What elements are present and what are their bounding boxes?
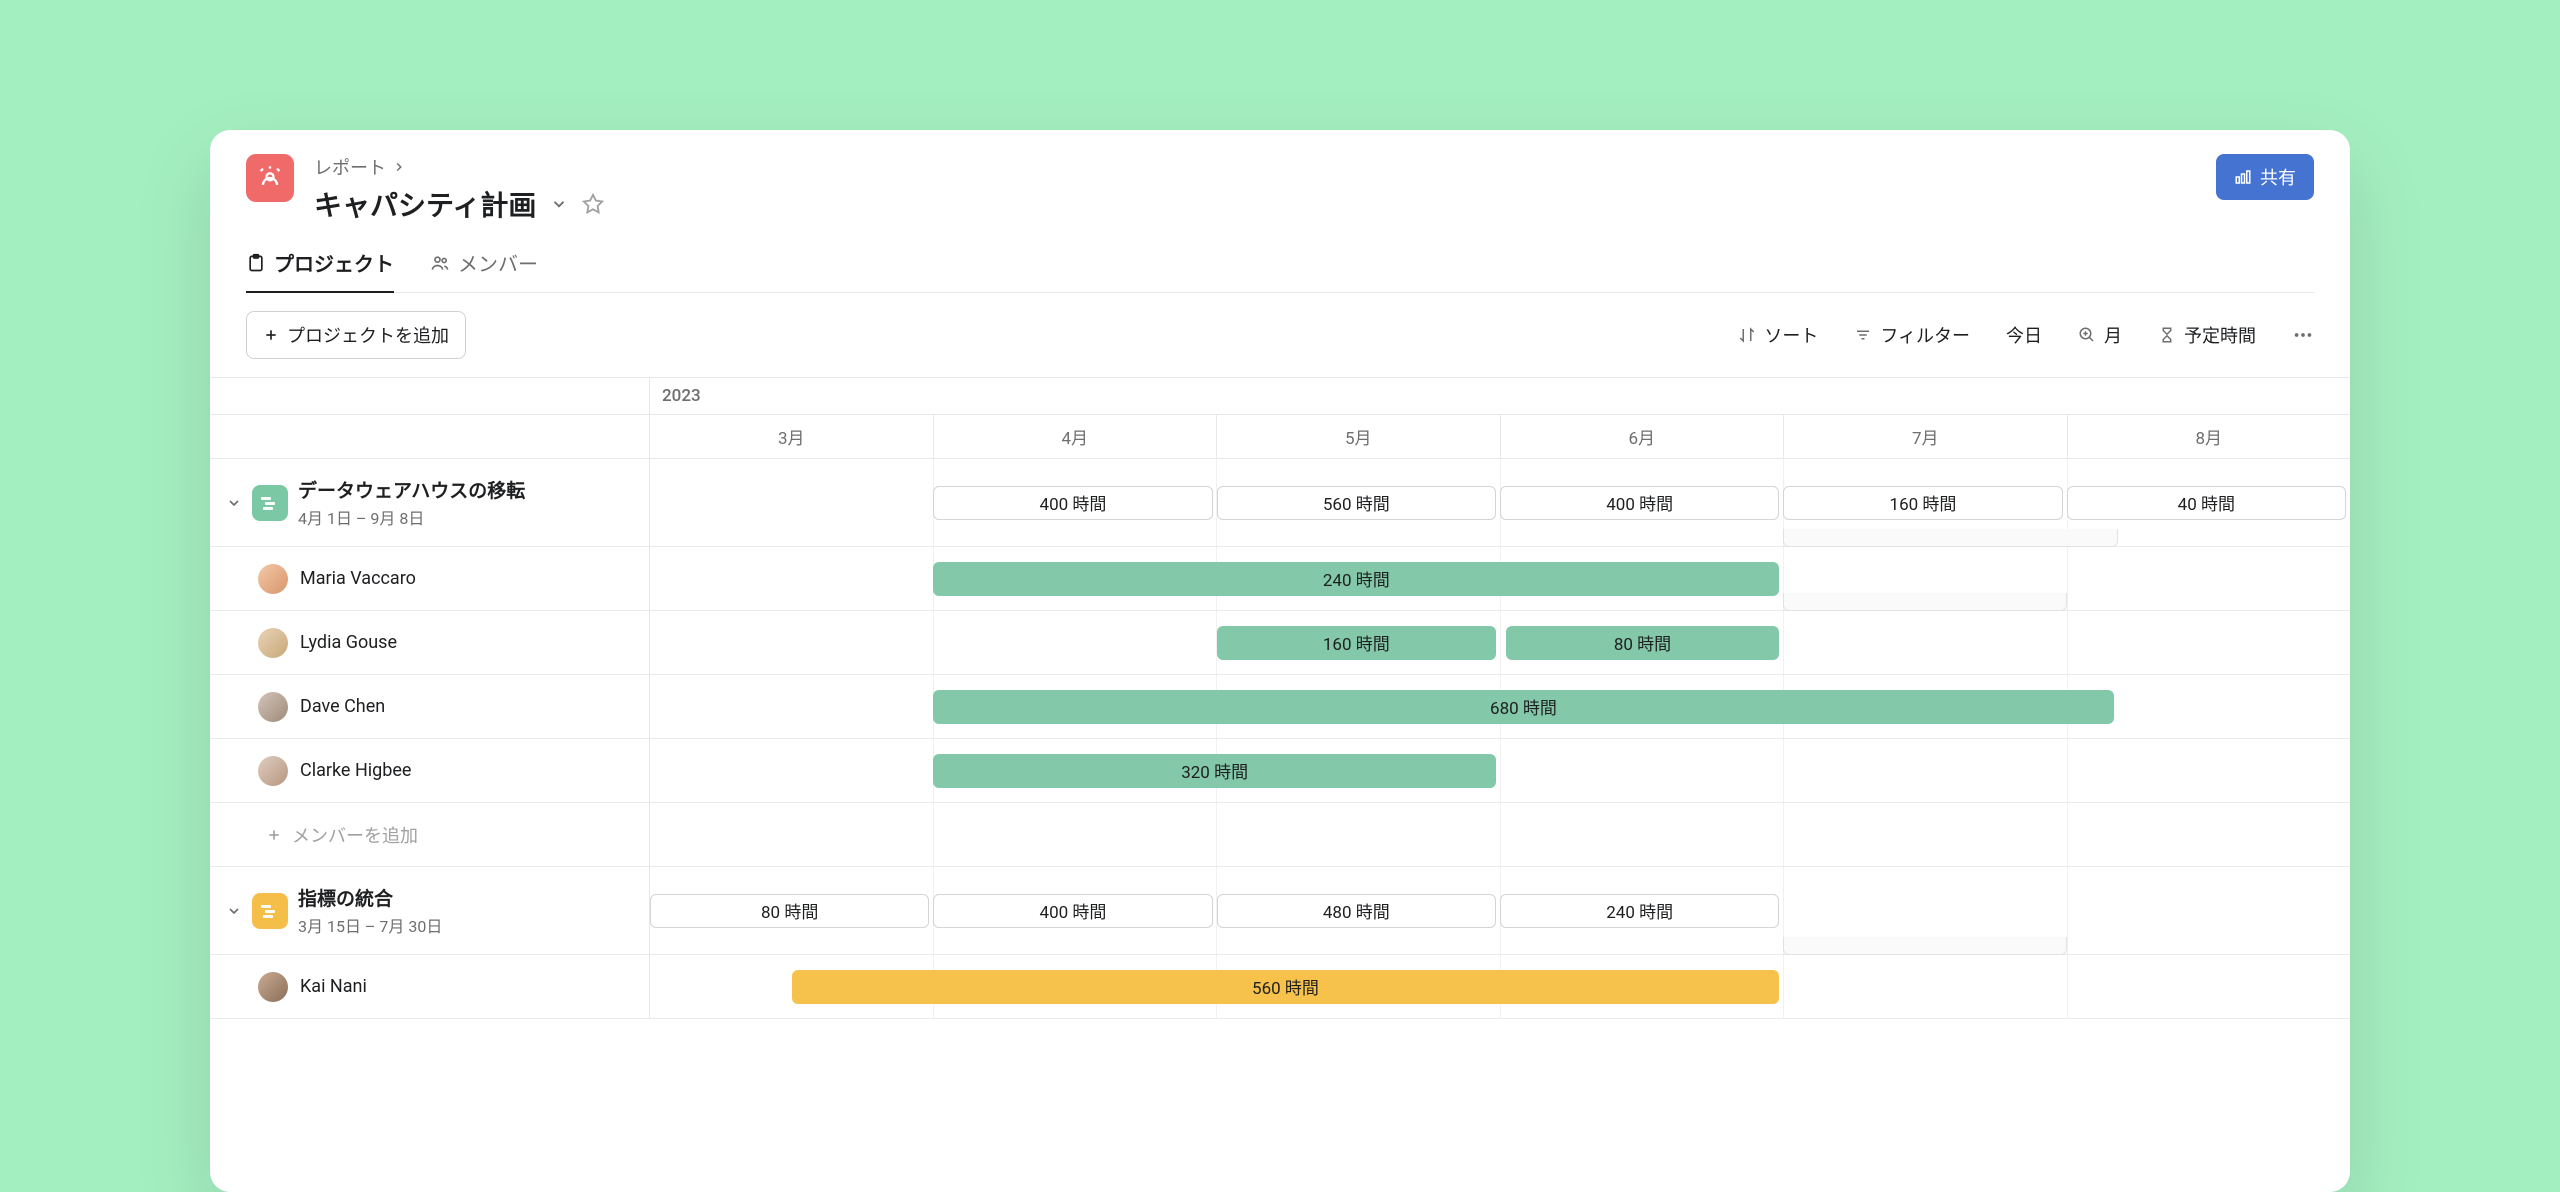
page-title: キャパシティ計画: [314, 184, 536, 224]
sort-button[interactable]: ソート: [1738, 322, 1818, 348]
allocation-bar[interactable]: 240 時間: [933, 562, 1779, 596]
allocation-bar[interactable]: 80 時間: [650, 894, 929, 928]
tab-projects[interactable]: プロジェクト: [246, 248, 394, 293]
avatar: [258, 972, 288, 1002]
member-row: Lydia Gouse 160 時間 80 時間: [210, 611, 2350, 675]
month-cell: 5月: [1217, 415, 1501, 458]
member-name[interactable]: Clarke Higbee: [300, 760, 411, 781]
sort-icon: [1738, 326, 1756, 344]
month-cell: 3月: [650, 415, 934, 458]
member-row: Clarke Higbee 320 時間: [210, 739, 2350, 803]
avatar: [258, 628, 288, 658]
chart-icon: [2234, 168, 2252, 186]
allocation-bar[interactable]: 160 時間: [1217, 626, 1496, 660]
add-member-row[interactable]: メンバーを追加: [210, 803, 2350, 867]
member-name[interactable]: Dave Chen: [300, 696, 385, 717]
allocation-bar[interactable]: 240 時間: [1500, 894, 1779, 928]
today-button[interactable]: 今日: [2006, 322, 2042, 348]
allocation-bar[interactable]: 400 時間: [1500, 486, 1779, 520]
breadcrumb[interactable]: レポート: [314, 154, 604, 180]
project-row: 指標の統合 3月 15日 – 7月 30日 80 時間400 時間480 時間2…: [210, 867, 2350, 955]
project-name[interactable]: データウェアハウスの移転: [298, 476, 525, 503]
year-label: 2023: [650, 378, 713, 414]
allocation-extender: [1783, 937, 2066, 955]
tabs: プロジェクト メンバー: [246, 248, 2314, 293]
header: レポート キャパシティ計画 共有 プロジェクト: [210, 130, 2350, 293]
allocation-bar[interactable]: 40 時間: [2067, 486, 2346, 520]
star-icon[interactable]: [582, 193, 604, 215]
member-row: Maria Vaccaro 240 時間: [210, 547, 2350, 611]
timeline-grid: 2023 3月4月5月6月7月8月 データウェアハウスの移転 4月 1日 – 9…: [210, 378, 2350, 1019]
month-cell: 7月: [1784, 415, 2068, 458]
allocation-bar[interactable]: 480 時間: [1217, 894, 1496, 928]
allocation-bar[interactable]: 560 時間: [1217, 486, 1496, 520]
member-name[interactable]: Lydia Gouse: [300, 632, 397, 653]
allocation-bar[interactable]: 320 時間: [933, 754, 1496, 788]
project-icon: [252, 485, 288, 521]
more-button[interactable]: [2292, 324, 2314, 346]
plus-icon: [263, 327, 279, 343]
project-row: データウェアハウスの移転 4月 1日 – 9月 8日 400 時間560 時間4…: [210, 459, 2350, 547]
allocation-bar[interactable]: 680 時間: [933, 690, 2113, 724]
month-cell: 8月: [2068, 415, 2351, 458]
avatar: [258, 756, 288, 786]
member-row: Kai Nani 560 時間: [210, 955, 2350, 1019]
scheduled-hours-button[interactable]: 予定時間: [2158, 322, 2256, 348]
filter-icon: [1854, 326, 1872, 344]
chevron-down-icon[interactable]: [226, 495, 242, 511]
project-range: 4月 1日 – 9月 8日: [298, 505, 525, 529]
allocation-extender: [1783, 529, 2117, 547]
allocation-bar[interactable]: 560 時間: [792, 970, 1780, 1004]
allocation-bar[interactable]: 160 時間: [1783, 486, 2062, 520]
chevron-down-icon[interactable]: [550, 195, 568, 213]
app-frame: レポート キャパシティ計画 共有 プロジェクト: [210, 130, 2350, 1192]
avatar: [258, 692, 288, 722]
app-icon: [246, 154, 294, 202]
filter-button[interactable]: フィルター: [1854, 322, 1970, 348]
allocation-bar[interactable]: 400 時間: [933, 894, 1212, 928]
avatar: [258, 564, 288, 594]
zoom-button[interactable]: 月: [2078, 322, 2122, 348]
member-name[interactable]: Maria Vaccaro: [300, 568, 416, 589]
users-icon: [430, 253, 450, 273]
share-button[interactable]: 共有: [2216, 154, 2314, 200]
hourglass-icon: [2158, 326, 2176, 344]
plus-icon: [266, 827, 282, 843]
allocation-bar[interactable]: 400 時間: [933, 486, 1212, 520]
member-row: Dave Chen 680 時間: [210, 675, 2350, 739]
project-range: 3月 15日 – 7月 30日: [298, 913, 442, 937]
project-name[interactable]: 指標の統合: [298, 884, 442, 911]
months-header: 3月4月5月6月7月8月: [210, 415, 2350, 459]
clipboard-icon: [246, 253, 266, 273]
zoom-in-icon: [2078, 326, 2096, 344]
member-name[interactable]: Kai Nani: [300, 976, 367, 997]
project-icon: [252, 893, 288, 929]
tab-members[interactable]: メンバー: [430, 248, 538, 293]
add-member-label: メンバーを追加: [292, 822, 418, 848]
month-cell: 6月: [1501, 415, 1785, 458]
month-cell: 4月: [934, 415, 1218, 458]
allocation-bar[interactable]: 80 時間: [1506, 626, 1780, 660]
share-label: 共有: [2260, 164, 2296, 190]
allocation-extender: [1783, 593, 2066, 611]
add-project-button[interactable]: プロジェクトを追加: [246, 311, 466, 359]
chevron-right-icon: [392, 160, 406, 174]
chevron-down-icon[interactable]: [226, 903, 242, 919]
more-icon: [2292, 324, 2314, 346]
toolbar: プロジェクトを追加 ソート フィルター 今日 月 予定時間: [210, 293, 2350, 378]
breadcrumb-parent[interactable]: レポート: [314, 154, 386, 180]
